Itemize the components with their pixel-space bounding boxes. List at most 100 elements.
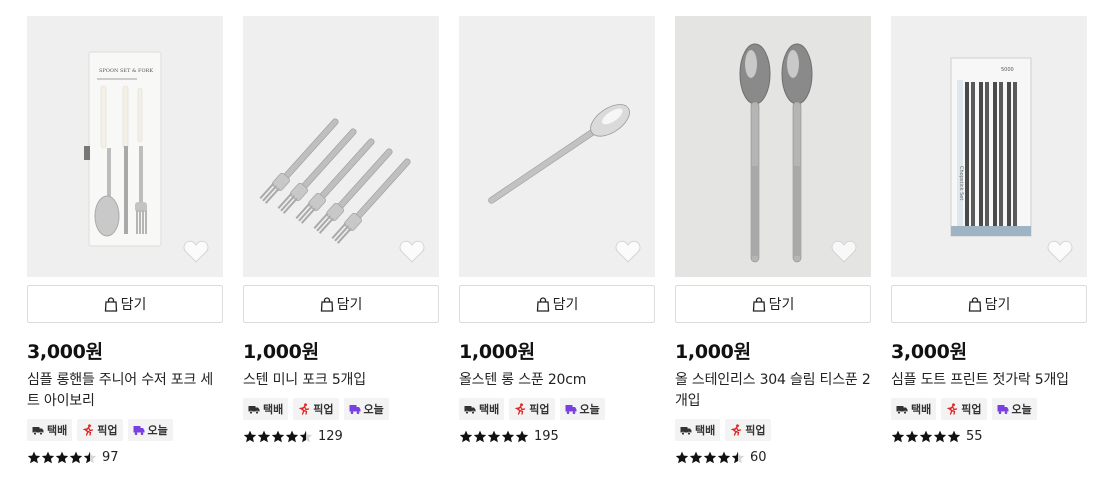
rating: 195 <box>459 429 655 444</box>
tag-today: 오늘 <box>559 398 605 420</box>
truck-icon <box>896 406 908 415</box>
add-to-cart-button[interactable]: 담기 <box>27 285 223 323</box>
tag-pickup: 픽업 <box>509 398 555 420</box>
running-person-icon <box>83 424 94 436</box>
star-icon <box>675 451 689 464</box>
shopping-bag-icon <box>536 296 549 312</box>
review-count: 60 <box>750 450 767 465</box>
tag-delivery: 택배 <box>27 419 73 441</box>
review-count: 97 <box>102 450 119 465</box>
star-icon <box>83 451 97 464</box>
heart-icon[interactable] <box>399 239 425 263</box>
product-card[interactable]: 담기 1,000원 올 스테인리스 304 슬림 티스푼 2개입 택배 픽업 6… <box>675 16 871 465</box>
chopsticks-package-icon: 5000 Chopstick Set <box>950 57 1032 237</box>
tag-today: 오늘 <box>991 398 1037 420</box>
product-price: 1,000원 <box>459 341 535 363</box>
running-person-icon <box>299 403 310 415</box>
add-to-cart-button[interactable]: 담기 <box>675 285 871 323</box>
truck-icon <box>464 406 476 415</box>
tag-pickup: 픽업 <box>293 398 339 420</box>
tag-today: 오늘 <box>127 419 173 441</box>
rating: 129 <box>243 429 439 444</box>
heart-icon[interactable] <box>615 239 641 263</box>
delivery-tags: 택배 픽업 오늘 <box>891 398 1087 420</box>
star-icon <box>41 451 55 464</box>
running-person-icon <box>947 403 958 415</box>
shopping-bag-icon <box>320 296 333 312</box>
long-spoon-icon <box>488 104 630 204</box>
add-to-cart-label: 담기 <box>552 297 579 313</box>
add-to-cart-button[interactable]: 담기 <box>891 285 1087 323</box>
star-icon <box>243 430 257 443</box>
add-to-cart-button[interactable]: 담기 <box>243 285 439 323</box>
star-rating <box>27 451 97 464</box>
product-price: 1,000원 <box>675 341 751 363</box>
star-icon <box>285 430 299 443</box>
star-icon <box>731 451 745 464</box>
review-count: 55 <box>966 429 983 444</box>
tag-delivery: 택배 <box>243 398 289 420</box>
product-image[interactable] <box>675 16 871 277</box>
product-card[interactable]: SPOON SET & FORK 담기 3,000원 심플 롱핸들 주니어 수저… <box>27 16 223 465</box>
review-count: 129 <box>318 429 343 444</box>
star-icon <box>919 430 933 443</box>
product-card[interactable]: 담기 1,000원 올스텐 롱 스푼 20cm 택배 픽업 오늘 195 <box>459 16 655 444</box>
today-delivery-icon <box>565 405 576 414</box>
product-name[interactable]: 심플 도트 프린트 젓가락 5개입 <box>891 370 1087 391</box>
star-icon <box>947 430 961 443</box>
tag-pickup: 픽업 <box>941 398 987 420</box>
rating: 97 <box>27 450 223 465</box>
product-card[interactable]: 5000 Chopstick Set 담기 3,000원 심플 도트 프린트 젓… <box>891 16 1087 444</box>
star-rating <box>459 430 529 443</box>
shopping-bag-icon <box>968 296 981 312</box>
add-to-cart-label: 담기 <box>120 297 147 313</box>
product-price: 3,000원 <box>891 341 967 363</box>
star-icon <box>501 430 515 443</box>
delivery-tags: 택배 픽업 오늘 <box>27 419 223 441</box>
shopping-bag-icon <box>104 296 117 312</box>
today-delivery-icon <box>349 405 360 414</box>
product-image[interactable]: SPOON SET & FORK <box>27 16 223 277</box>
truck-icon <box>248 406 260 415</box>
star-icon <box>69 451 83 464</box>
shopping-bag-icon <box>752 296 765 312</box>
star-icon <box>717 451 731 464</box>
add-to-cart-label: 담기 <box>984 297 1011 313</box>
product-name[interactable]: 올 스테인리스 304 슬림 티스푼 2개입 <box>675 370 871 412</box>
product-name[interactable]: 심플 롱핸들 주니어 수저 포크 세트 아이보리 <box>27 370 223 412</box>
truck-icon <box>680 427 692 436</box>
product-image[interactable]: 5000 Chopstick Set <box>891 16 1087 277</box>
delivery-tags: 택배 픽업 <box>675 419 871 441</box>
star-rating <box>675 451 745 464</box>
product-image[interactable] <box>459 16 655 277</box>
rating: 55 <box>891 429 1087 444</box>
review-count: 195 <box>534 429 559 444</box>
heart-icon[interactable] <box>831 239 857 263</box>
rating: 60 <box>675 450 871 465</box>
star-icon <box>905 430 919 443</box>
tag-pickup: 픽업 <box>725 419 771 441</box>
heart-icon[interactable] <box>183 239 209 263</box>
star-icon <box>891 430 905 443</box>
add-to-cart-label: 담기 <box>768 297 795 313</box>
star-rating <box>891 430 961 443</box>
product-name[interactable]: 올스텐 롱 스푼 20cm <box>459 370 655 391</box>
tag-pickup: 픽업 <box>77 419 123 441</box>
heart-icon[interactable] <box>1047 239 1073 263</box>
delivery-tags: 택배 픽업 오늘 <box>243 398 439 420</box>
add-to-cart-button[interactable]: 담기 <box>459 285 655 323</box>
star-icon <box>487 430 501 443</box>
star-icon <box>27 451 41 464</box>
product-image[interactable] <box>243 16 439 277</box>
star-icon <box>459 430 473 443</box>
today-delivery-icon <box>133 426 144 435</box>
teaspoons-icon <box>739 43 813 263</box>
today-delivery-icon <box>997 405 1008 414</box>
running-person-icon <box>515 403 526 415</box>
product-card[interactable]: 담기 1,000원 스텐 미니 포크 5개입 택배 픽업 오늘 129 <box>243 16 439 444</box>
star-icon <box>473 430 487 443</box>
star-icon <box>299 430 313 443</box>
add-to-cart-label: 담기 <box>336 297 363 313</box>
product-name[interactable]: 스텐 미니 포크 5개입 <box>243 370 439 391</box>
tag-delivery: 택배 <box>675 419 721 441</box>
